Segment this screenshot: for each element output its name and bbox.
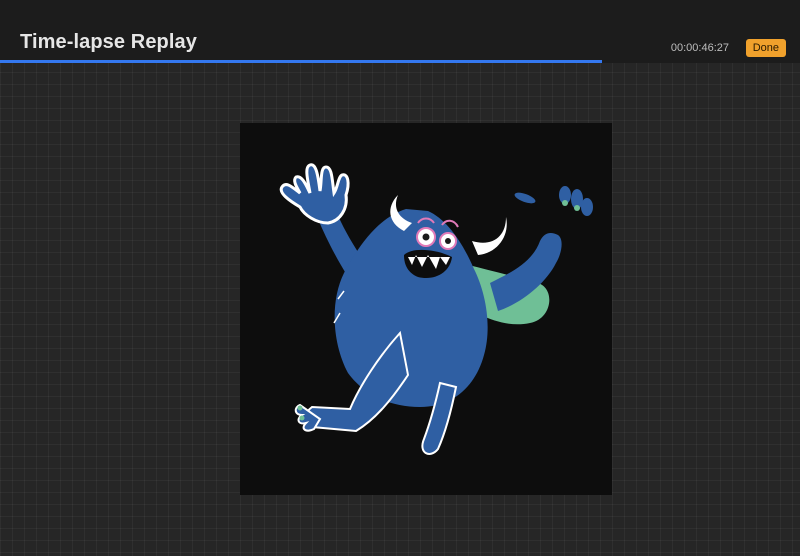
monster-left-pupil [422,233,430,241]
monster-right-pupil [445,238,451,244]
monster-left-hand [279,163,350,225]
page-title: Time-lapse Replay [20,31,197,53]
timecode-readout: 00:00:46:27 [670,42,729,54]
playback-progress-fill [0,60,603,63]
monster-right-finger [581,198,593,216]
header-bar: Time-lapse Replay 00:00:46:27 Done [0,0,800,60]
timelapse-replay-screen: Time-lapse Replay 00:00:46:27 Done [0,0,800,556]
monster-illustration [279,163,593,455]
monster-right-finger [514,192,536,204]
monster-toenail [297,405,303,411]
artwork-canvas [240,123,612,495]
monster-right-fingernail [562,200,568,206]
playback-progress-bar[interactable] [0,60,800,63]
monster-toenail [299,415,305,421]
monster-right-fingernail [574,205,580,211]
monster-right-horn [472,217,507,255]
monster-body [334,209,488,407]
done-button[interactable]: Done [745,39,786,57]
